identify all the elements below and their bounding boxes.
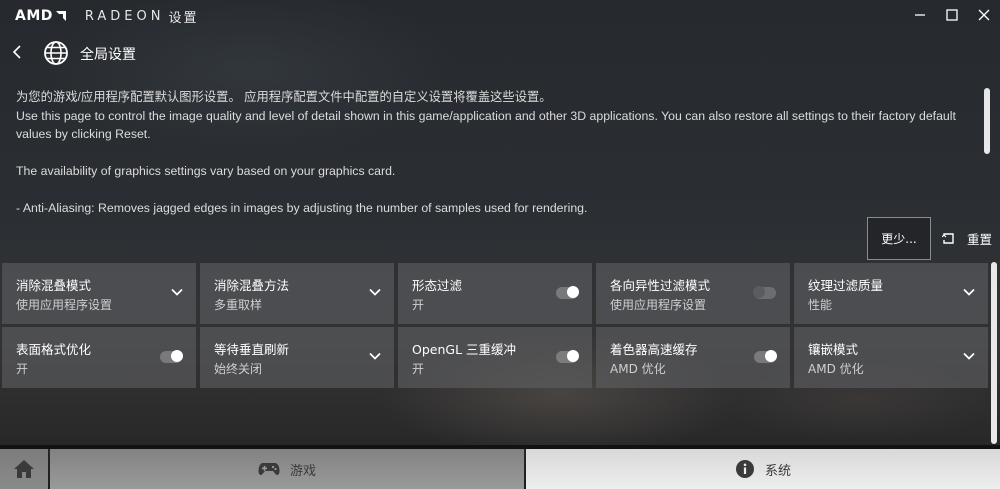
product-name: RADEON bbox=[84, 8, 165, 24]
home-button[interactable] bbox=[0, 449, 48, 489]
chevron-down-icon bbox=[171, 288, 183, 296]
chevron-left-icon bbox=[12, 45, 21, 59]
tile-value: AMD 优化 bbox=[610, 362, 666, 376]
home-icon bbox=[14, 460, 34, 478]
show-less-button[interactable]: 更少... bbox=[867, 217, 931, 260]
tile-label: 各向异性过滤模式 bbox=[610, 278, 711, 293]
description-panel: 为您的游戏/应用程序配置默认图形设置。 应用程序配置文件中配置的自定义设置将覆盖… bbox=[16, 88, 966, 218]
globe-icon bbox=[44, 41, 68, 65]
brand: AMD RADEON 设置 bbox=[15, 8, 199, 26]
tab-system[interactable]: 系统 bbox=[526, 449, 1000, 489]
tile-value: AMD 优化 bbox=[808, 362, 864, 376]
tile-tessellation-mode[interactable]: 镶嵌模式 AMD 优化 bbox=[794, 327, 988, 388]
reset-button[interactable]: 重置 bbox=[942, 229, 992, 247]
back-button[interactable] bbox=[8, 42, 26, 62]
tile-value: 开 bbox=[16, 362, 29, 376]
settings-scrollbar[interactable] bbox=[991, 262, 997, 444]
tile-value: 始终关闭 bbox=[214, 362, 263, 376]
minimize-icon bbox=[915, 14, 925, 16]
tile-label: 着色器高速缓存 bbox=[610, 342, 698, 357]
toggle-switch[interactable] bbox=[754, 350, 777, 363]
tile-value: 使用应用程序设置 bbox=[16, 298, 113, 312]
toggle-knob bbox=[765, 350, 777, 362]
chevron-down-icon bbox=[369, 288, 381, 296]
page-title: 全局设置 bbox=[80, 47, 136, 63]
tile-label: 镶嵌模式 bbox=[808, 342, 859, 357]
toggle-switch[interactable] bbox=[753, 286, 776, 299]
tile-morphological-filtering[interactable]: 形态过滤 开 bbox=[398, 263, 592, 324]
description-availability: The availability of graphics settings va… bbox=[16, 164, 396, 178]
toggle-switch[interactable] bbox=[556, 286, 579, 299]
title-bar: AMD RADEON 设置 bbox=[0, 0, 1000, 32]
app-title: 设置 bbox=[168, 10, 199, 26]
background bbox=[0, 0, 1000, 489]
minimize-button[interactable] bbox=[911, 6, 929, 24]
toggle-switch[interactable] bbox=[160, 350, 183, 363]
maximize-icon bbox=[946, 9, 958, 21]
info-icon bbox=[735, 459, 755, 479]
tile-surface-format-optimization[interactable]: 表面格式优化 开 bbox=[2, 327, 196, 388]
toggle-knob bbox=[567, 350, 579, 362]
description-scrollbar[interactable] bbox=[984, 88, 990, 154]
chevron-down-icon bbox=[963, 352, 975, 360]
tab-games-label: 游戏 bbox=[289, 463, 316, 479]
tile-texture-filtering-quality[interactable]: 纹理过滤质量 性能 bbox=[794, 263, 988, 324]
tile-label: 消除混叠模式 bbox=[16, 278, 92, 293]
close-icon bbox=[978, 9, 990, 21]
close-button[interactable] bbox=[975, 6, 993, 24]
description-text-cn: 为您的游戏/应用程序配置默认图形设置。 应用程序配置文件中配置的自定义设置将覆盖… bbox=[16, 90, 552, 104]
tile-label: OpenGL 三重缓冲 bbox=[412, 342, 517, 357]
toggle-knob bbox=[567, 286, 579, 298]
bottom-nav: 游戏 系统 bbox=[0, 449, 1000, 489]
toggle-knob bbox=[171, 350, 183, 362]
tile-value: 性能 bbox=[808, 298, 833, 312]
tile-value: 使用应用程序设置 bbox=[610, 298, 707, 312]
tile-anisotropic-filtering-mode[interactable]: 各向异性过滤模式 使用应用程序设置 bbox=[596, 263, 790, 324]
tile-value: 多重取样 bbox=[214, 298, 263, 312]
chevron-down-icon bbox=[369, 352, 381, 360]
tile-anti-aliasing-mode[interactable]: 消除混叠模式 使用应用程序设置 bbox=[2, 263, 196, 324]
tile-label: 表面格式优化 bbox=[16, 342, 92, 357]
tab-system-label: 系统 bbox=[764, 463, 791, 479]
tile-value: 开 bbox=[412, 298, 425, 312]
reset-label: 重置 bbox=[967, 231, 993, 247]
tile-wait-for-vertical-refresh[interactable]: 等待垂直刷新 始终关闭 bbox=[200, 327, 394, 388]
chevron-down-icon bbox=[963, 288, 975, 296]
maximize-button[interactable] bbox=[943, 6, 961, 24]
tile-opengl-triple-buffering[interactable]: OpenGL 三重缓冲 开 bbox=[398, 327, 592, 388]
tab-games[interactable]: 游戏 bbox=[50, 449, 524, 489]
tile-label: 等待垂直刷新 bbox=[214, 342, 290, 357]
description-anti-aliasing: - Anti-Aliasing: Removes jagged edges in… bbox=[16, 201, 588, 215]
toggle-knob bbox=[753, 286, 765, 298]
tile-label: 形态过滤 bbox=[412, 278, 463, 293]
amd-arrow-icon bbox=[55, 11, 66, 21]
amd-logo: AMD bbox=[15, 8, 53, 24]
gamepad-icon bbox=[258, 461, 280, 477]
description-text-en: Use this page to control the image quali… bbox=[16, 108, 956, 142]
tile-shader-cache[interactable]: 着色器高速缓存 AMD 优化 bbox=[596, 327, 790, 388]
tile-label: 纹理过滤质量 bbox=[808, 278, 884, 293]
toggle-switch[interactable] bbox=[556, 350, 579, 363]
tile-anti-aliasing-method[interactable]: 消除混叠方法 多重取样 bbox=[200, 263, 394, 324]
page-header: 全局设置 bbox=[0, 36, 1000, 70]
tile-label: 消除混叠方法 bbox=[214, 278, 290, 293]
tile-value: 开 bbox=[412, 362, 425, 376]
reset-icon bbox=[942, 232, 954, 244]
